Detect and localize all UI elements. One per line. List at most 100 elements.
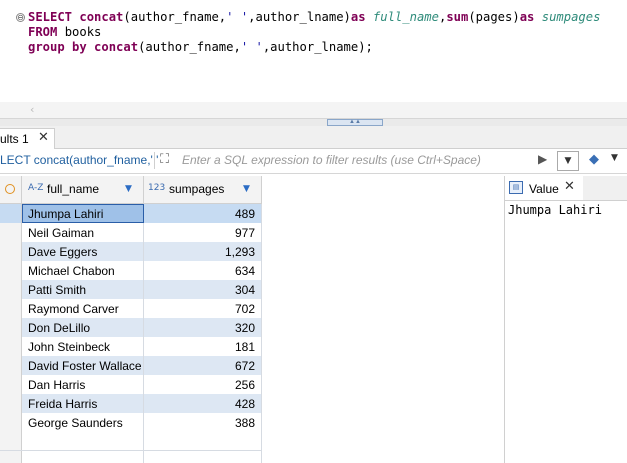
row-header[interactable]: [0, 223, 22, 242]
row-header[interactable]: [0, 318, 22, 337]
cell-sumpages[interactable]: 304: [144, 280, 262, 299]
cell-sumpages[interactable]: 181: [144, 337, 262, 356]
close-icon[interactable]: ✕: [564, 179, 575, 194]
column-header-full-name[interactable]: A-Z full_name ▼: [22, 176, 144, 204]
row-header[interactable]: [0, 413, 22, 432]
cell-sumpages[interactable]: 256: [144, 375, 262, 394]
row-number-header[interactable]: [0, 176, 22, 204]
cell-full-name[interactable]: Dan Harris: [22, 375, 144, 394]
filter-history-button[interactable]: ▼: [557, 151, 579, 171]
editor-horizontal-scrollbar[interactable]: ‹: [0, 102, 627, 118]
table-row[interactable]: Jhumpa Lahiri 489: [0, 204, 262, 223]
cell-sumpages[interactable]: 634: [144, 261, 262, 280]
table-row[interactable]: Don DeLillo 320: [0, 318, 262, 337]
cell-full-name[interactable]: Don DeLillo: [22, 318, 144, 337]
kw-select: SELECT: [28, 10, 73, 24]
cell-text: Jhumpa Lahiri: [28, 207, 104, 221]
table-row[interactable]: Dave Eggers 1,293: [0, 242, 262, 261]
row-header[interactable]: [0, 261, 22, 280]
close-icon[interactable]: ✕: [38, 130, 49, 145]
row-header[interactable]: [0, 337, 22, 356]
cell-full-name[interactable]: Jhumpa Lahiri: [22, 204, 144, 223]
table-row[interactable]: Michael Chabon 634: [0, 261, 262, 280]
kw-as: as: [519, 10, 535, 24]
tab-value[interactable]: ▤ Value ✕: [505, 176, 584, 201]
cell-text: 181: [234, 340, 255, 354]
cell-text: 388: [234, 416, 255, 430]
fn-concat: concat: [79, 10, 124, 24]
cell-sumpages[interactable]: 320: [144, 318, 262, 337]
apply-filter-icon[interactable]: ▶: [538, 152, 547, 166]
chevron-down-icon[interactable]: ▼: [611, 153, 618, 163]
scroll-left-icon[interactable]: ‹: [30, 103, 34, 116]
tab-label: ults 1: [0, 132, 29, 146]
cell-sumpages[interactable]: 702: [144, 299, 262, 318]
row-header[interactable]: [0, 356, 22, 375]
column-name: sumpages: [169, 182, 225, 196]
sql-code[interactable]: SELECT concat(author_fname,' ',author_ln…: [28, 10, 600, 55]
filter-bar: LECT concat(author_fname,' ' ⛶ Enter a S…: [0, 149, 627, 174]
fold-icon[interactable]: ⊖: [16, 13, 25, 22]
cell-text: George Saunders: [28, 416, 123, 430]
row-header-empty: [0, 432, 22, 463]
cell-text: John Steinbeck: [28, 340, 111, 354]
table-row[interactable]: Freida Harris 428: [0, 394, 262, 413]
erase-filter-icon[interactable]: ◆: [589, 152, 599, 167]
fn-sum: sum: [446, 10, 469, 24]
cell-full-name[interactable]: Michael Chabon: [22, 261, 144, 280]
cell-sumpages[interactable]: 388: [144, 413, 262, 432]
sql-editor[interactable]: ⊖ SELECT concat(author_fname,' ',author_…: [0, 0, 627, 102]
table-row[interactable]: John Steinbeck 181: [0, 337, 262, 356]
row-header[interactable]: [0, 299, 22, 318]
cell-full-name[interactable]: John Steinbeck: [22, 337, 144, 356]
value-content[interactable]: Jhumpa Lahiri: [508, 203, 602, 217]
filter-input[interactable]: Enter a SQL expression to filter results…: [182, 153, 481, 167]
cell-text: 304: [234, 283, 255, 297]
kw-group-by: group by: [28, 40, 87, 54]
cell-sumpages[interactable]: 977: [144, 223, 262, 242]
cell-sumpages[interactable]: 428: [144, 394, 262, 413]
row-header[interactable]: [0, 280, 22, 299]
table-row[interactable]: Patti Smith 304: [0, 280, 262, 299]
cell-text: 1,293: [224, 245, 255, 259]
cell-text: Michael Chabon: [28, 264, 115, 278]
cell-text: Dan Harris: [28, 378, 86, 392]
cell-text: Neil Gaiman: [28, 226, 95, 240]
alias-full-name: full_name: [372, 10, 439, 24]
row-header[interactable]: [0, 242, 22, 261]
cell-sumpages[interactable]: 672: [144, 356, 262, 375]
cell-full-name[interactable]: Patti Smith: [22, 280, 144, 299]
row-header[interactable]: [0, 394, 22, 413]
cell-sumpages[interactable]: 489: [144, 204, 262, 223]
cell-full-name[interactable]: George Saunders: [22, 413, 144, 432]
cell-text: 489: [234, 207, 255, 221]
tab-strip: [583, 176, 627, 201]
cell-full-name[interactable]: Dave Eggers: [22, 242, 144, 261]
cell-full-name[interactable]: Freida Harris: [22, 394, 144, 413]
cell-full-name[interactable]: David Foster Wallace: [22, 356, 144, 375]
table-row[interactable]: Raymond Carver 702: [0, 299, 262, 318]
kw-as: as: [350, 10, 366, 24]
cell-text: Patti Smith: [28, 283, 87, 297]
cell-full-name[interactable]: Raymond Carver: [22, 299, 144, 318]
cell-sumpages[interactable]: 1,293: [144, 242, 262, 261]
row-header[interactable]: [0, 375, 22, 394]
sum-args: (pages): [468, 10, 520, 24]
table-row[interactable]: George Saunders 388: [0, 413, 262, 432]
tab-results-1[interactable]: ults 1 ✕: [0, 128, 55, 149]
table-row[interactable]: Neil Gaiman 977: [0, 223, 262, 242]
column-header-sumpages[interactable]: 123 sumpages ▼: [144, 176, 262, 204]
row-header[interactable]: [0, 204, 22, 223]
cell-text: 702: [234, 302, 255, 316]
concat-args-a: (author_fname,: [138, 40, 241, 54]
table-row[interactable]: Dan Harris 256: [0, 375, 262, 394]
sort-icon[interactable]: ▼: [243, 184, 250, 194]
splitter-grip-icon[interactable]: ▲▲: [327, 119, 383, 126]
query-preview[interactable]: LECT concat(author_fname,' ': [0, 153, 158, 167]
expand-filter-icon[interactable]: ⛶: [160, 152, 169, 167]
sort-icon[interactable]: ▼: [125, 184, 132, 194]
divider: [143, 432, 144, 463]
table-row[interactable]: David Foster Wallace 672: [0, 356, 262, 375]
cell-text: 672: [234, 359, 255, 373]
cell-full-name[interactable]: Neil Gaiman: [22, 223, 144, 242]
